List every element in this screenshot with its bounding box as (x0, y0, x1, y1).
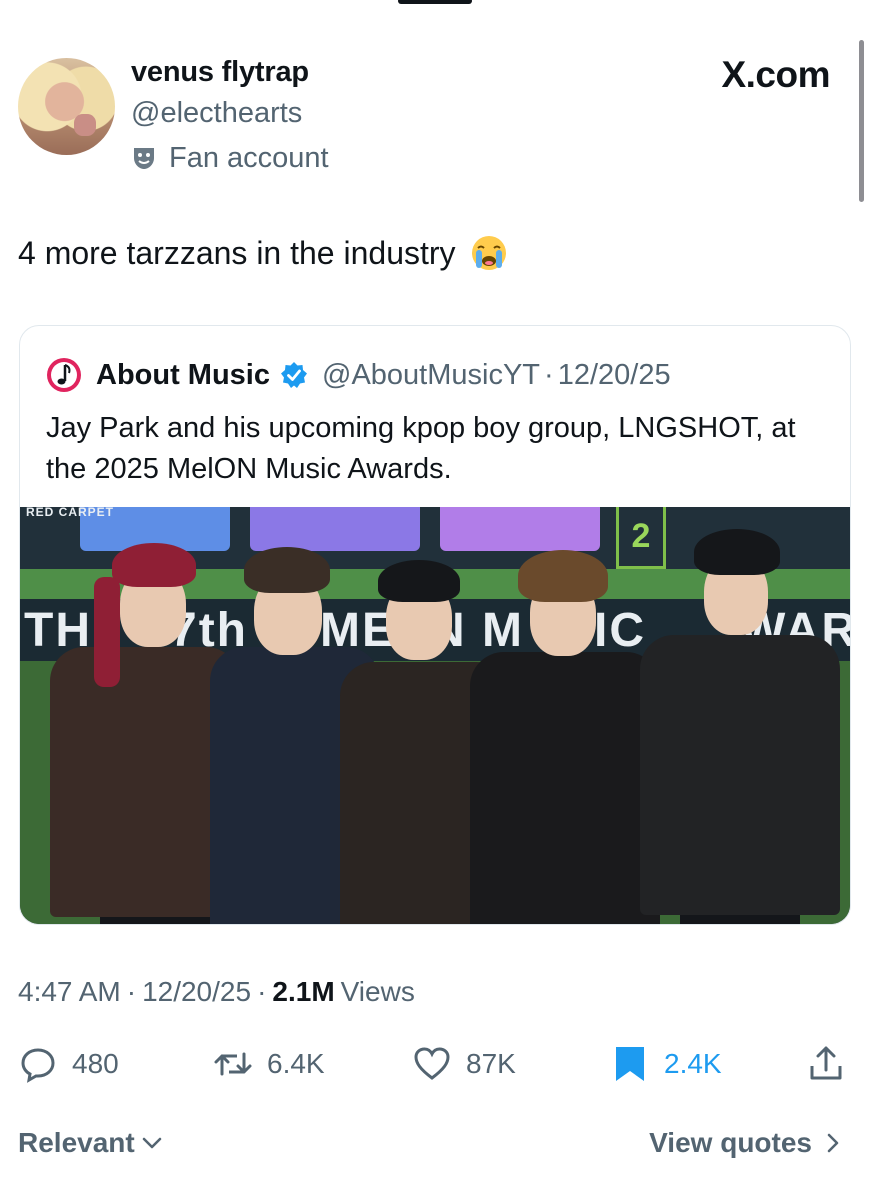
separator-dot: · (544, 358, 554, 391)
chevron-down-icon (142, 1137, 161, 1149)
reply-button[interactable]: 480 (18, 1038, 119, 1090)
repost-count: 6.4K (267, 1048, 325, 1079)
post-text-row: 4 more tarzzans in the industry (18, 234, 508, 272)
bookmark-button[interactable]: 2.4K (610, 1038, 722, 1090)
scrollbar[interactable] (859, 40, 864, 202)
post-date[interactable]: 12/20/25 (142, 976, 251, 1008)
author-name[interactable]: venus flytrap (131, 56, 309, 89)
quoted-post-card[interactable]: About Music @AboutMusicYT · 12/20/25 Jay… (19, 325, 851, 925)
music-note-avatar-icon[interactable] (46, 357, 82, 393)
bookmark-filled-icon (616, 1047, 644, 1081)
author-avatar[interactable] (18, 58, 115, 155)
banner-number: 2 (616, 507, 666, 569)
previous-content-edge (0, 0, 870, 8)
quoted-post-header: About Music @AboutMusicYT · 12/20/25 (46, 356, 671, 394)
quoted-author-handle[interactable]: @AboutMusicYT (322, 359, 540, 392)
quoted-post-photo[interactable]: 2 RED CARPET TH 7th MEL N M SIC WAR (20, 507, 850, 924)
share-icon (810, 1046, 842, 1080)
view-quotes-link[interactable]: View quotes (649, 1127, 844, 1159)
clipped-header-text (398, 0, 472, 4)
sort-label: Relevant (18, 1127, 135, 1158)
heart-icon (414, 1047, 450, 1080)
media-overlay-caption: RED CARPET (26, 507, 115, 519)
separator-dot: · (257, 976, 267, 1007)
repost-icon (214, 1052, 252, 1076)
loudly-crying-face-icon (471, 236, 506, 270)
post-text: 4 more tarzzans in the industry (18, 234, 456, 271)
quoted-author-name[interactable]: About Music (96, 359, 270, 392)
action-bar: 480 6.4K 87K 2.4K (0, 1038, 870, 1090)
quoted-post-date[interactable]: 12/20/25 (558, 359, 671, 392)
quoted-post-text: Jay Park and his upcoming kpop boy group… (46, 412, 796, 485)
like-button[interactable]: 87K (412, 1038, 516, 1090)
fan-account-label: Fan account (169, 141, 329, 174)
views-label: Views (340, 976, 415, 1007)
reply-count: 480 (72, 1048, 119, 1079)
site-brand: X.com (721, 54, 830, 95)
like-count: 87K (466, 1048, 516, 1079)
reply-icon (21, 1048, 55, 1083)
verified-badge-icon (281, 362, 307, 388)
chevron-right-icon (827, 1133, 839, 1153)
bookmark-count: 2.4K (664, 1048, 722, 1079)
post-time[interactable]: 4:47 AM (18, 976, 121, 1008)
view-quotes-label: View quotes (649, 1127, 812, 1158)
separator-dot: · (126, 976, 137, 1007)
replies-footer: Relevant View quotes (0, 1127, 870, 1173)
share-button[interactable] (806, 1038, 846, 1090)
author-handle[interactable]: @electhearts (131, 97, 302, 130)
theater-masks-icon (134, 148, 154, 169)
views-count: 2.1M (272, 976, 335, 1007)
repost-button[interactable]: 6.4K (213, 1038, 325, 1090)
sort-replies-dropdown[interactable]: Relevant (18, 1127, 163, 1159)
post-meta: 4:47 AM · 12/20/25 · 2.1M Views (18, 976, 415, 1008)
account-label-row: Fan account (131, 140, 329, 176)
